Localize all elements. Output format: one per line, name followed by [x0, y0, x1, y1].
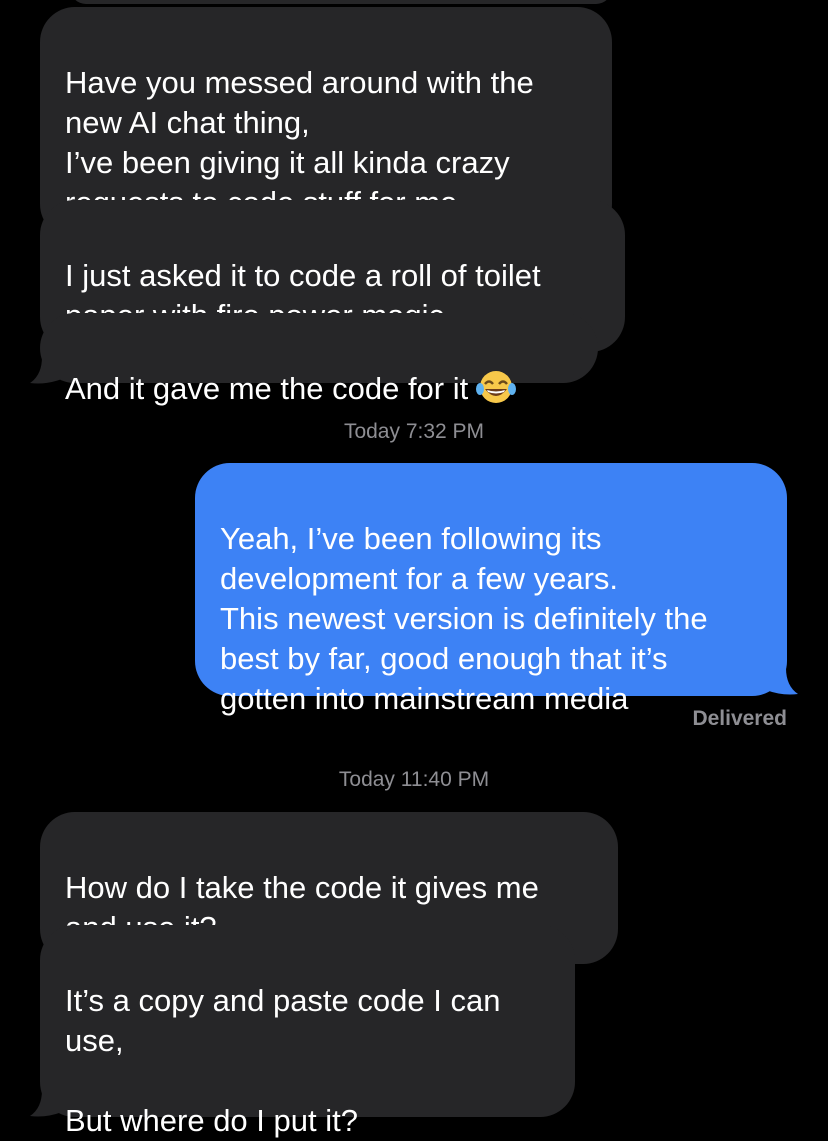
face-with-tears-of-joy-icon [476, 369, 517, 415]
outgoing-message-bubble[interactable]: Yeah, I’ve been following its developmen… [195, 463, 787, 716]
incoming-bubble-tail [30, 1090, 62, 1117]
timestamp: Today 11:40 PM [338, 768, 490, 791]
message-text: Have you messed around with the new AI c… [65, 65, 534, 220]
outgoing-bubble-tail [766, 668, 798, 695]
message-text: Yeah, I’ve been following its developmen… [220, 521, 708, 716]
message-text: And it gave me the code for it [65, 371, 469, 406]
incoming-message-bubble[interactable]: It’s a copy and paste code I can use, Bu… [40, 925, 575, 1138]
previous-message-bubble-edge [70, 0, 612, 4]
incoming-bubble-tail [30, 357, 62, 384]
timestamp: Today 7:32 PM [343, 420, 485, 443]
message-text: It’s a copy and paste code I can use, Bu… [65, 983, 501, 1138]
delivery-status: Delivered [692, 707, 787, 730]
incoming-message-bubble[interactable]: And it gave me the code for it [40, 313, 598, 406]
